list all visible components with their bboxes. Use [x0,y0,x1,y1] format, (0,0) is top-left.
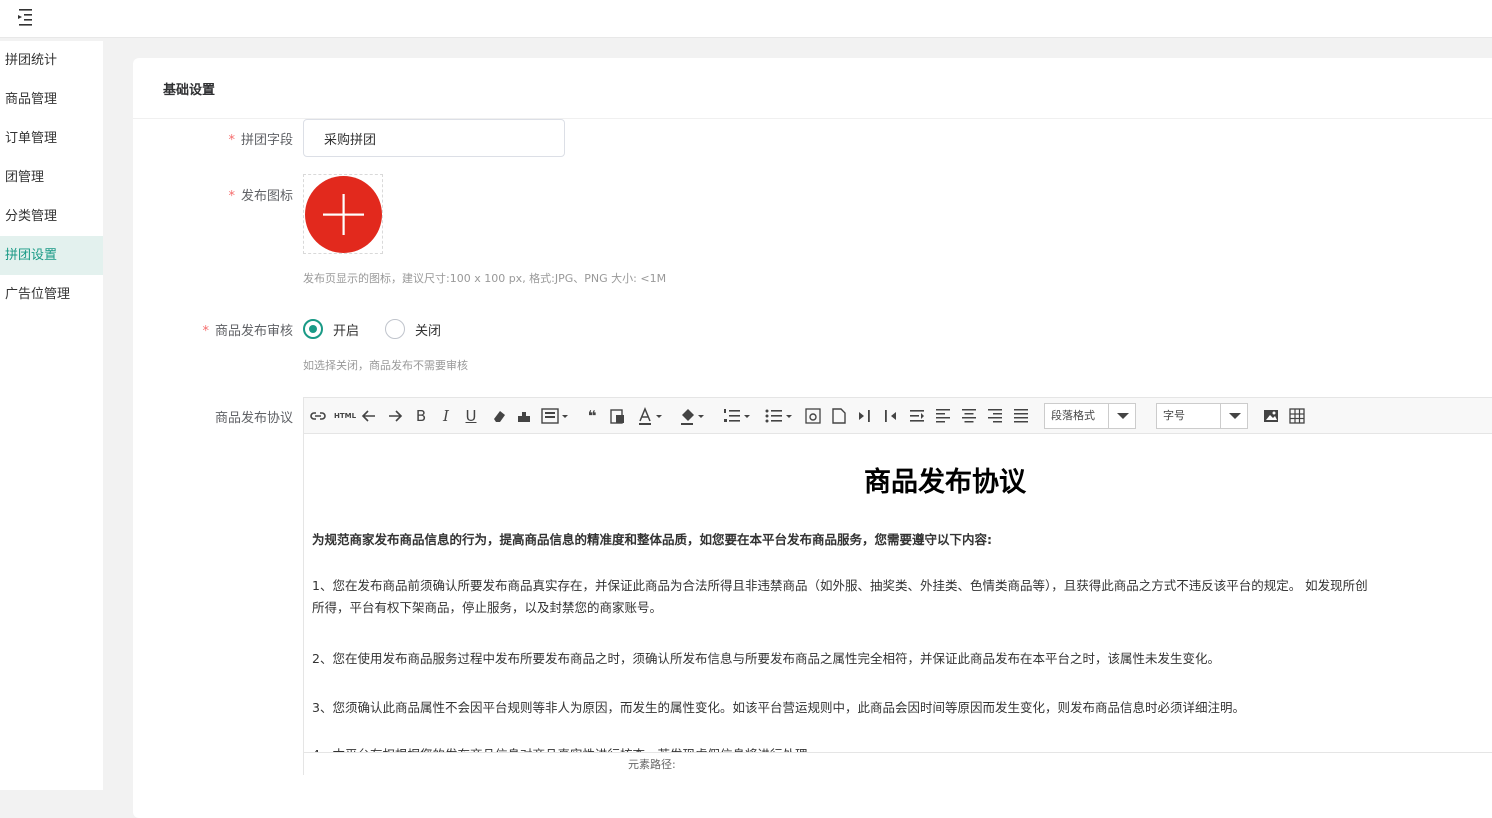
underline-button[interactable]: U [464,406,478,426]
doc-paragraph-4: 4、本平台有权根据您的发布商品信息对商品真实性进行核查，若发现虚假信息将进行处理… [312,744,1492,752]
link-icon[interactable] [308,406,328,426]
editor-toolbar: HTML B I U ❝ 段落格式 字号 [304,398,1492,434]
sidebar-item-group-settings[interactable]: 拼团设置 [0,236,103,275]
page-break-icon[interactable] [830,406,848,426]
publish-icon-hint: 发布页显示的图标，建议尺寸:100 x 100 px, 格式:JPG、PNG 大… [303,272,667,285]
required-mark: * [202,324,209,339]
sidebar-item-products[interactable]: 商品管理 [0,80,103,119]
required-mark: * [228,133,235,148]
editor-status-bar: 元素路径: [304,752,1492,775]
review-radio-on[interactable]: 开启 [303,318,359,340]
publish-icon-label: * 发布图标 [228,189,293,204]
insert-image-icon[interactable] [1262,406,1280,426]
redo-icon[interactable] [386,406,404,426]
chevron-down-icon [1220,404,1248,428]
required-mark: * [228,189,235,204]
format-brush-icon[interactable] [516,406,532,426]
doc-paragraph-3: 3、您须确认此商品属性不会因平台规则等非人为原因，而发生的属性变化。如该平台营运… [312,700,1245,715]
review-hint: 如选择关闭，商品发布不需要审核 [303,359,468,372]
align-center-icon[interactable] [960,406,978,426]
top-bar [0,0,1492,38]
settings-card: 基础设置 *拼团字段 *发布图标 发布页显示的图标，建议尺寸:100 x 100… [133,58,1492,818]
sidebar: 拼团统计 商品管理 订单管理 团管理 分类管理 拼团设置 广告位管理 [0,41,103,790]
font-color-icon[interactable] [636,406,666,426]
ltr-direction-icon[interactable] [856,406,874,426]
radio-unchecked-icon [385,319,405,339]
html-source-button[interactable]: HTML [334,406,356,426]
paragraph-format-select[interactable]: 段落格式 [1044,403,1136,429]
review-label: * 商品发布审核 [202,324,293,339]
background-color-icon[interactable] [678,406,708,426]
chevron-down-icon [1108,404,1136,428]
icon-upload-box[interactable] [303,174,383,254]
menu-fold-icon[interactable] [14,6,36,28]
element-path-label: 元素路径: [628,758,676,771]
indent-icon[interactable] [908,406,926,426]
group-field-label: * 拼团字段 [228,133,293,148]
doc-intro: 为规范商家发布商品信息的行为，提高商品信息的精准度和整体品质，如您要在本平台发布… [312,532,993,547]
ordered-list-icon[interactable] [722,406,752,426]
rich-text-editor[interactable]: HTML B I U ❝ 段落格式 字号 商品发布协议 为规范商家发布商品信息的… [303,397,1492,775]
eraser-icon[interactable] [490,406,508,426]
block-format-icon[interactable] [540,406,570,426]
special-char-icon[interactable] [804,406,822,426]
undo-icon[interactable] [360,406,378,426]
card-title: 基础设置 [163,83,216,98]
insert-table-icon[interactable] [1288,406,1306,426]
doc-paragraph-2: 2、您在使用发布商品服务过程中发布所要发布商品之时，须确认所发布信息与所要发布商… [312,651,1220,666]
align-left-icon[interactable] [934,406,952,426]
sidebar-item-ad-slots[interactable]: 广告位管理 [0,275,103,314]
align-justify-icon[interactable] [1012,406,1030,426]
rtl-direction-icon[interactable] [882,406,900,426]
italic-button[interactable]: I [440,406,452,426]
upload-preview [305,176,382,253]
paste-icon[interactable] [608,406,626,426]
quote-button[interactable]: ❝ [584,406,600,426]
sidebar-item-group-stats[interactable]: 拼团统计 [0,41,103,80]
agreement-label: 商品发布协议 [214,411,293,426]
plus-icon [323,194,364,235]
review-radio-off[interactable]: 关闭 [385,318,441,340]
doc-paragraph-1-line-2: 所得，平台有权下架商品，停止服务，以及封禁您的商家账号。 [312,600,663,615]
sidebar-item-groups[interactable]: 团管理 [0,158,103,197]
editor-content[interactable]: 商品发布协议 为规范商家发布商品信息的行为，提高商品信息的精准度和整体品质，如您… [304,434,1492,752]
doc-title: 商品发布协议 [864,467,1026,498]
align-right-icon[interactable] [986,406,1004,426]
font-size-select[interactable]: 字号 [1156,403,1248,429]
sidebar-item-categories[interactable]: 分类管理 [0,197,103,236]
group-field-input[interactable] [303,119,565,157]
unordered-list-icon[interactable] [764,406,794,426]
doc-paragraph-1-line-1: 1、您在发布商品前须确认所要发布商品真实存在，并保证此商品为合法所得且非违禁商品… [312,578,1368,593]
radio-checked-icon [303,319,323,339]
sidebar-item-orders[interactable]: 订单管理 [0,119,103,158]
bold-button[interactable]: B [414,406,428,426]
